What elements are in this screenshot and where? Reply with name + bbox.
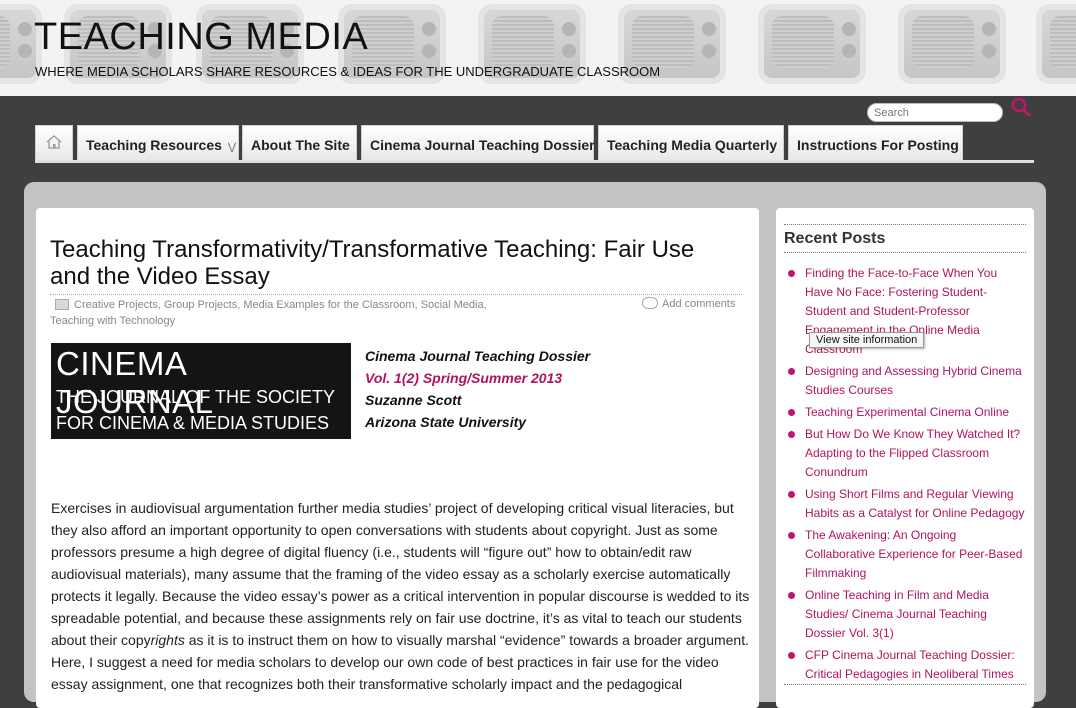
logo-line-1: CINEMA JOURNAL bbox=[56, 345, 214, 420]
nav-item-label: Instructions For Posting bbox=[797, 137, 959, 153]
logo-line-2: THE JOURNAL OF THE SOCIETY bbox=[56, 387, 336, 407]
post-body: Exercises in audiovisual argumentation f… bbox=[51, 497, 751, 695]
dossier-volume: Vol. 1(2) Spring/Summer 2013 bbox=[365, 370, 563, 386]
post-body-emphasis: rights bbox=[150, 632, 185, 648]
add-comments-label: Add comments bbox=[662, 298, 736, 310]
site-header: TEACHING MEDIA WHERE MEDIA SCHOLARS SHAR… bbox=[0, 0, 1076, 96]
dossier-info: Cinema Journal Teaching Dossier Vol. 1(2… bbox=[365, 345, 590, 433]
site-title[interactable]: TEACHING MEDIA bbox=[34, 16, 368, 59]
nav-divider bbox=[35, 160, 1034, 163]
recent-post-link[interactable]: Designing and Assessing Hybrid Cinema St… bbox=[786, 362, 1028, 400]
nav-item-teaching-resources[interactable]: Teaching Resources ⋁ bbox=[77, 125, 239, 160]
tv-decoration-icon bbox=[898, 4, 1006, 84]
home-icon bbox=[46, 135, 62, 149]
recent-posts-heading: Recent Posts bbox=[784, 230, 886, 247]
logo-line-3: FOR CINEMA & MEDIA STUDIES bbox=[56, 413, 330, 433]
sidebar: Recent Posts Finding the Face-to-Face Wh… bbox=[776, 208, 1034, 708]
nav-item-label: About The Site bbox=[251, 137, 350, 153]
cinema-journal-logo: CINEMA JOURNAL THE JOURNAL OF THE SOCIET… bbox=[51, 343, 351, 439]
tv-decoration-icon bbox=[758, 4, 866, 84]
recent-post-link[interactable]: But How Do We Know They Watched It? Adap… bbox=[786, 425, 1028, 482]
main-content: Teaching Transformativity/Transformative… bbox=[36, 208, 759, 708]
post-title[interactable]: Teaching Transformativity/Transformative… bbox=[50, 236, 740, 290]
nav-item-teaching-media-quarterly[interactable]: Teaching Media Quarterly bbox=[598, 125, 784, 160]
nav-item-instructions-for-posting[interactable]: Instructions For Posting bbox=[788, 125, 963, 160]
site-info-tooltip: View site information bbox=[809, 332, 925, 348]
nav-item-label: Teaching Resources bbox=[86, 137, 222, 153]
meta-divider bbox=[50, 294, 742, 295]
nav-item-cinema-journal-teaching-dossier[interactable]: Cinema Journal Teaching Dossier bbox=[361, 125, 595, 160]
tv-decoration-icon bbox=[1036, 4, 1076, 84]
nav-item-label: Teaching Media Quarterly bbox=[607, 137, 778, 153]
sidebar-divider bbox=[784, 224, 1026, 225]
nav-home[interactable] bbox=[35, 125, 73, 160]
dossier-name: Cinema Journal Teaching Dossier bbox=[365, 348, 591, 364]
site-tagline: WHERE MEDIA SCHOLARS SHARE RESOURCES & I… bbox=[35, 64, 661, 79]
search-icon[interactable] bbox=[1011, 97, 1031, 117]
recent-post-link[interactable]: Teaching Experimental Cinema Online bbox=[786, 403, 1028, 422]
post-body-text: Exercises in audiovisual argumentation f… bbox=[51, 500, 750, 648]
sidebar-divider bbox=[784, 684, 1026, 685]
recent-post-link[interactable]: Using Short Films and Regular Viewing Ha… bbox=[786, 485, 1028, 523]
dossier-author: Suzanne Scott bbox=[365, 392, 462, 408]
recent-post-link[interactable]: Online Teaching in Film and Media Studie… bbox=[786, 586, 1028, 643]
search-input[interactable] bbox=[867, 103, 1003, 122]
nav-item-label: Cinema Journal Teaching Dossier bbox=[370, 137, 595, 153]
recent-post-link[interactable]: The Awakening: An Ongoing Collaborative … bbox=[786, 526, 1028, 583]
add-comments-link[interactable]: Add comments bbox=[642, 297, 735, 310]
post-categories[interactable]: Creative Projects, Group Projects, Media… bbox=[50, 297, 510, 329]
chevron-down-icon: ⋁ bbox=[227, 142, 237, 153]
dossier-affiliation: Arizona State University bbox=[365, 414, 527, 430]
comment-icon bbox=[642, 297, 658, 309]
recent-posts-list: Finding the Face-to-Face When You Have N… bbox=[786, 264, 1028, 687]
sidebar-divider bbox=[784, 252, 1026, 253]
recent-post-link[interactable]: CFP Cinema Journal Teaching Dossier: Cri… bbox=[786, 646, 1028, 684]
nav-item-about-the-site[interactable]: About The Site bbox=[242, 125, 357, 160]
